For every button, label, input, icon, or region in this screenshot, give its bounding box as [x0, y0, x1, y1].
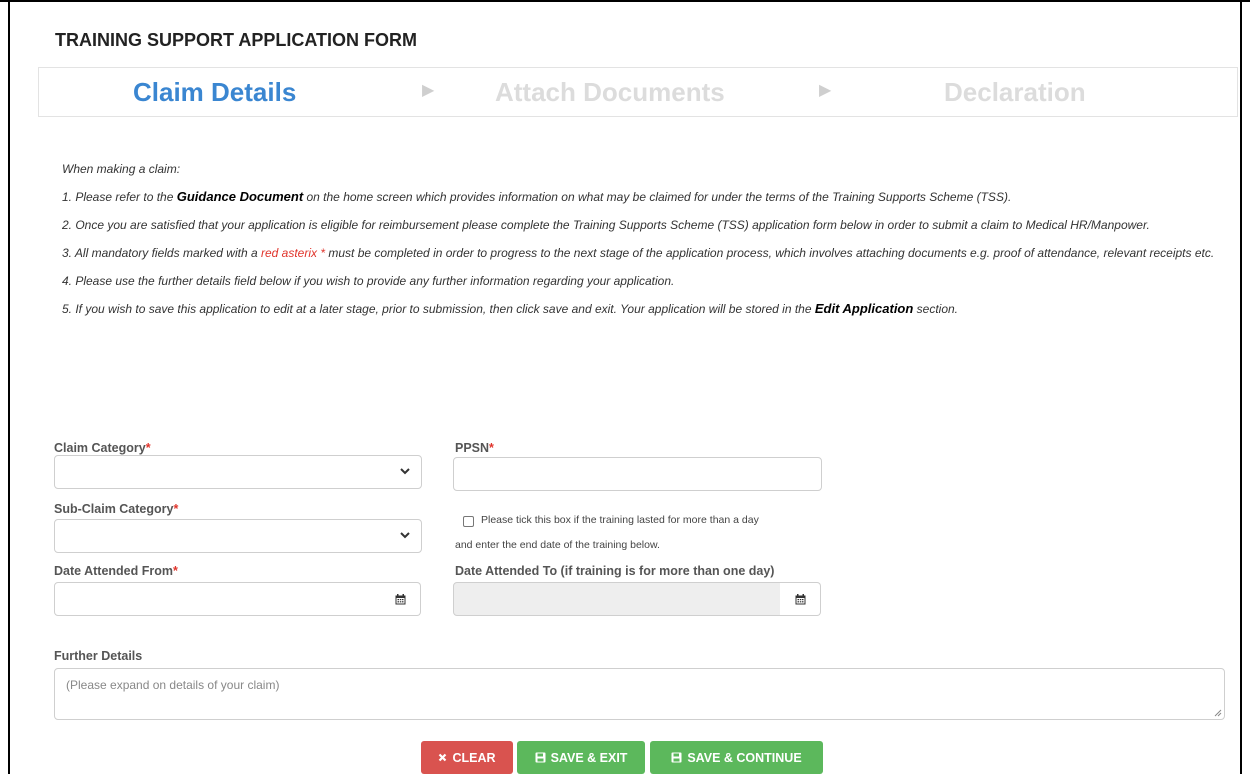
floppy-disk-icon: [535, 752, 546, 763]
form-title: TRAINING SUPPORT APPLICATION FORM: [55, 30, 417, 50]
step-declaration[interactable]: Declaration: [944, 77, 1086, 108]
multi-day-checkbox-label-continued: and enter the end date of the training b…: [455, 539, 660, 551]
instruction-item-4: 4. Please use the further details field …: [62, 274, 675, 288]
instruction-item-3: 3. All mandatory fields marked with a re…: [62, 246, 1215, 260]
resize-grip-icon[interactable]: [1213, 708, 1222, 717]
step-attach-documents[interactable]: Attach Documents: [495, 77, 725, 108]
step-arrow-icon: ▶: [819, 82, 832, 99]
claim-category-label: Claim Category*: [54, 441, 151, 455]
further-details-label: Further Details: [54, 649, 143, 663]
date-to-group: [453, 582, 822, 616]
date-to-label: Date Attended To (if training is for mor…: [455, 564, 775, 578]
multi-day-checkbox-label: Please tick this box if the training las…: [481, 514, 759, 526]
calendar-icon: [395, 593, 405, 604]
instruction-item-1: 1. Please refer to the Guidance Document…: [62, 189, 1012, 204]
multi-day-checkbox[interactable]: [463, 516, 474, 527]
times-icon: [439, 753, 447, 762]
date-to-input[interactable]: [453, 582, 781, 616]
instruction-item-5: 5. If you wish to save this application …: [62, 301, 959, 316]
instruction-item-2: 2. Once you are satisfied that your appl…: [62, 218, 1150, 232]
window-border-right: [1240, 0, 1242, 774]
sub-claim-category-label: Sub-Claim Category*: [54, 502, 179, 516]
further-details-placeholder: (Please expand on details of your claim): [66, 678, 280, 692]
save-and-continue-button[interactable]: SAVE & CONTINUE: [650, 741, 823, 774]
step-arrow-icon: ▶: [422, 82, 435, 99]
instructions-panel: When making a claim: 1. Please refer to …: [62, 160, 1232, 328]
calendar-icon: [795, 593, 805, 604]
date-from-group: [54, 582, 421, 616]
step-claim-details[interactable]: Claim Details: [133, 77, 296, 108]
floppy-disk-icon: [671, 752, 682, 763]
wizard-steps: Claim Details ▶ Attach Documents ▶ Decla…: [38, 67, 1238, 117]
ppsn-input[interactable]: [453, 457, 822, 491]
clear-button[interactable]: CLEAR: [421, 741, 513, 774]
ppsn-label: PPSN*: [455, 441, 494, 455]
claim-category-select[interactable]: [54, 455, 422, 489]
window-border-left: [8, 0, 10, 774]
window-border-top: [0, 0, 1250, 2]
chevron-down-icon: [400, 532, 410, 539]
date-to-calendar-button[interactable]: [780, 582, 821, 616]
sub-claim-category-select[interactable]: [54, 519, 422, 553]
date-from-calendar-button[interactable]: [380, 582, 421, 616]
further-details-textarea[interactable]: (Please expand on details of your claim): [54, 668, 1225, 720]
save-and-exit-button[interactable]: SAVE & EXIT: [517, 741, 645, 774]
chevron-down-icon: [400, 468, 410, 475]
instructions-intro: When making a claim:: [62, 162, 181, 176]
date-from-input[interactable]: [54, 582, 381, 616]
date-from-label: Date Attended From*: [54, 564, 178, 578]
